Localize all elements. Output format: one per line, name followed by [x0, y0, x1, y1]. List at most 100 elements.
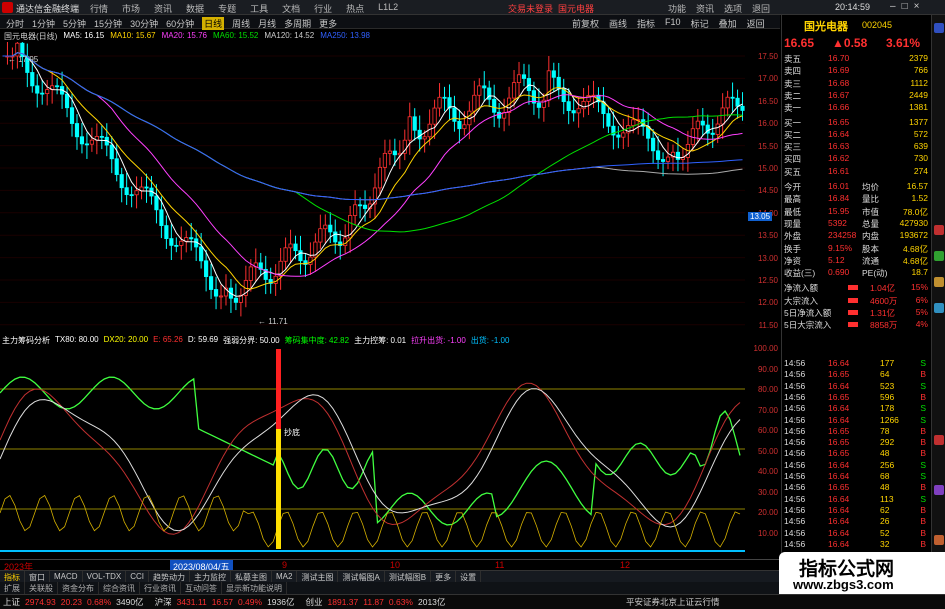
- menu-item-8[interactable]: 热点: [346, 2, 364, 15]
- tick-volume: 62: [880, 504, 890, 515]
- menu-item-5[interactable]: 工具: [250, 2, 268, 15]
- status-bar: 上证 2974.93 20.23 0.68% 3490亿 沪深 3431.11 16.57 0.…: [0, 594, 945, 609]
- tick-side: S: [920, 358, 926, 368]
- extra-tab-1[interactable]: 关联股: [25, 582, 58, 594]
- sidebar-star-icon[interactable]: [934, 277, 944, 287]
- tool-5[interactable]: 叠加: [719, 17, 737, 30]
- right-menu-item-2[interactable]: 选项: [724, 2, 742, 15]
- tool-1[interactable]: 画线: [609, 17, 627, 30]
- maximize-icon[interactable]: □: [902, 1, 908, 12]
- period-tab-4[interactable]: 30分钟: [130, 17, 158, 30]
- menu-item-3[interactable]: 数据: [186, 2, 204, 15]
- stat-value: 16.01: [828, 181, 850, 191]
- indicator-chart[interactable]: 抄底: [0, 345, 745, 555]
- stat-label: 换手: [784, 243, 802, 254]
- period-tab-9[interactable]: 多周期: [284, 17, 311, 30]
- tool-6[interactable]: 返回: [747, 17, 765, 30]
- period-tab-2[interactable]: 5分钟: [63, 17, 86, 30]
- sidebar-grid-icon[interactable]: [934, 303, 944, 313]
- index-field: 11.87: [363, 597, 384, 607]
- period-tab-5[interactable]: 60分钟: [166, 17, 194, 30]
- tool-3[interactable]: F10: [665, 17, 681, 30]
- candle-body: [616, 134, 621, 138]
- indicator-tab-5[interactable]: 趋势动力: [149, 571, 191, 582]
- indicator-tab-0[interactable]: 指标: [0, 571, 25, 582]
- indicator-tab-9[interactable]: 测试主图: [297, 571, 339, 582]
- candle-body: [204, 260, 209, 278]
- menu-item-0[interactable]: 行情: [90, 2, 108, 15]
- index-field: 20.23: [60, 597, 83, 607]
- trade-notice[interactable]: 交易未登录 国元电器: [508, 2, 594, 15]
- extra-tab-6[interactable]: 显示新功能说明: [222, 582, 287, 594]
- price-tick: 11.50: [758, 320, 778, 330]
- tool-0[interactable]: 前复权: [572, 17, 599, 30]
- right-menu-item-1[interactable]: 资讯: [696, 2, 714, 15]
- right-menu-item-3[interactable]: 退回: [752, 2, 770, 15]
- tick-time: 14:56: [784, 527, 806, 538]
- index-1[interactable]: 沪深 3431.11 16.57 0.49% 1936亿: [155, 596, 300, 608]
- ma-legend-item: MA60: 15.52: [213, 31, 259, 40]
- indicator-tab-7[interactable]: 私募主图: [231, 571, 273, 582]
- right-menu-item-0[interactable]: 功能: [668, 2, 686, 15]
- indicator-tab-11[interactable]: 测试幅图B: [385, 571, 432, 582]
- tick-volume: 256: [880, 459, 895, 470]
- index-2[interactable]: 创业 1891.37 11.87 0.63% 2013亿: [306, 596, 451, 608]
- menu-item-6[interactable]: 文档: [282, 2, 300, 15]
- extra-tab-5[interactable]: 互动问答: [181, 582, 222, 594]
- sidebar-chart-icon[interactable]: [934, 251, 944, 261]
- extra-tab-0[interactable]: 扩展: [0, 582, 25, 594]
- tool-4[interactable]: 标记: [691, 17, 709, 30]
- book-row: 买一 16.65 1377: [782, 117, 932, 129]
- period-tab-0[interactable]: 分时: [6, 17, 24, 30]
- d-line: [0, 388, 741, 532]
- indicator-tab-1[interactable]: 窗口: [25, 571, 50, 582]
- candle-body: [233, 297, 239, 303]
- minimize-icon[interactable]: –: [890, 1, 896, 12]
- tick-volume: 177: [880, 358, 895, 368]
- menu-item-1[interactable]: 市场: [122, 2, 140, 15]
- menu-item-4[interactable]: 专题: [218, 2, 236, 15]
- period-tab-1[interactable]: 1分钟: [32, 17, 55, 30]
- period-tab-6[interactable]: 日线: [202, 17, 225, 30]
- indicator-tick: 20.00: [757, 508, 778, 517]
- e-line: [0, 382, 741, 535]
- indicator-tab-3[interactable]: VOL-TDX: [83, 571, 127, 582]
- menu-item-9[interactable]: L1L2: [378, 2, 398, 15]
- candlestick-chart[interactable]: ← 17.95 ← 11.71: [0, 42, 745, 326]
- close-icon[interactable]: ×: [914, 1, 920, 12]
- period-tab-10[interactable]: 更多: [319, 17, 337, 30]
- menu-item-7[interactable]: 行业: [314, 2, 332, 15]
- sidebar-settings-icon[interactable]: [934, 535, 944, 545]
- extra-tab-4[interactable]: 行业资讯: [140, 582, 181, 594]
- period-tab-3[interactable]: 15分钟: [94, 17, 122, 30]
- sidebar-alert-icon[interactable]: [934, 435, 944, 445]
- sidebar-news-icon[interactable]: [934, 485, 944, 495]
- flow-bar: [848, 322, 858, 328]
- indicator-tab-4[interactable]: CCI: [126, 571, 150, 582]
- tick-volume: 596: [880, 391, 895, 402]
- extra-tab-3[interactable]: 综合资讯: [99, 582, 140, 594]
- flow-label: 5日净流入额: [784, 308, 832, 318]
- candle-body: [516, 74, 522, 84]
- tool-2[interactable]: 指标: [637, 17, 655, 30]
- indicator-tab-12[interactable]: 更多: [431, 571, 457, 582]
- indicator-tab-13[interactable]: 设置: [456, 571, 482, 582]
- index-field: 3431.11: [176, 597, 207, 607]
- tick-volume: 78: [880, 425, 890, 436]
- book-price: 16.63: [828, 141, 850, 152]
- extra-tab-2[interactable]: 资金分布: [58, 582, 99, 594]
- indicator-tab-8[interactable]: MA2: [272, 571, 298, 582]
- stock-code: 002045: [862, 20, 893, 30]
- sidebar-flag-icon[interactable]: [934, 225, 944, 235]
- ma-legend-item: MA5: 16.15: [63, 31, 105, 40]
- indicator-tab-6[interactable]: 主力监控: [190, 571, 232, 582]
- tick-side: B: [920, 437, 926, 448]
- period-tab-8[interactable]: 月线: [258, 17, 276, 30]
- candle-body: [492, 98, 497, 113]
- indicator-tab-2[interactable]: MACD: [50, 571, 83, 582]
- menu-item-2[interactable]: 资讯: [154, 2, 172, 15]
- indicator-tab-10[interactable]: 测试幅图A: [338, 571, 385, 582]
- period-tab-7[interactable]: 周线: [232, 17, 250, 30]
- index-0[interactable]: 上证 2974.93 20.23 0.68% 3490亿: [3, 596, 149, 608]
- sidebar-tool-icon[interactable]: [934, 23, 944, 33]
